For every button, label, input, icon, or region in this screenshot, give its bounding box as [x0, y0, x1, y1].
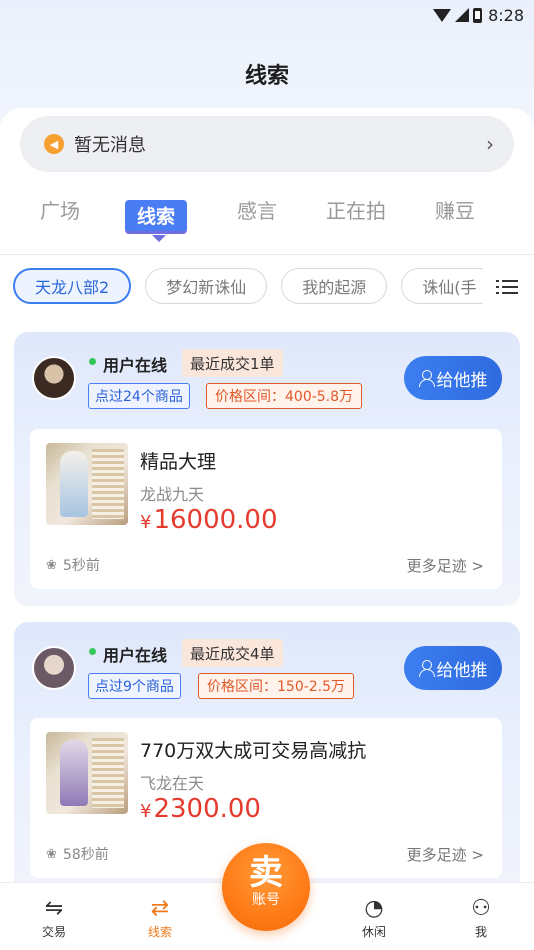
currency-symbol: ¥ — [140, 512, 152, 533]
nav-label: 休闲 — [361, 925, 386, 939]
push-to-user-button[interactable]: 给他推 — [404, 646, 502, 690]
online-status: 用户在线 — [103, 356, 168, 375]
more-footprints-link[interactable]: 更多足迹 > — [407, 555, 484, 576]
nav-label: 线索 — [147, 925, 172, 939]
chip-game[interactable]: 我的起源 — [281, 268, 388, 304]
push-label: 给他推 — [436, 370, 488, 391]
chip-game[interactable]: 梦幻新诛仙 — [145, 268, 268, 304]
user-icon — [418, 370, 435, 387]
signal-icon — [455, 8, 470, 22]
price-value: 2300.00 — [153, 794, 261, 824]
item-title: 770万双大成可交易高减抗 — [140, 740, 367, 762]
divider — [0, 254, 534, 255]
item-price: ¥16000.00 — [140, 505, 278, 535]
paw-icon: ❀ — [46, 846, 57, 862]
tab-testimonials[interactable]: 感言 — [237, 195, 277, 224]
nav-profile[interactable]: ⚇ 我 — [451, 895, 511, 940]
price-range-badge: 价格区间：150-2.5万 — [198, 673, 355, 699]
online-dot — [89, 358, 96, 365]
push-to-user-button[interactable]: 给他推 — [404, 356, 502, 400]
sell-main-label: 卖 — [249, 853, 283, 893]
notice-text: 暂无消息 — [74, 135, 146, 156]
sell-account-button[interactable]: 卖 账号 — [222, 843, 310, 931]
price-range-badge: 价格区间：400-5.8万 — [206, 383, 363, 409]
online-status: 用户在线 — [103, 646, 168, 665]
status-bar: 8:28 — [0, 0, 534, 30]
status-time: 8:28 — [488, 5, 524, 25]
avatar[interactable] — [32, 646, 76, 690]
nav-label: 我 — [474, 925, 487, 939]
clue-icon: ⇄ — [150, 896, 170, 921]
trade-icon: ⇋ — [44, 896, 64, 921]
tab-square[interactable]: 广场 — [40, 195, 80, 224]
price-value: 16000.00 — [153, 505, 278, 535]
wifi-icon — [433, 8, 452, 22]
item-thumbnail — [46, 443, 128, 525]
profile-icon: ⚇ — [471, 896, 491, 921]
clicked-items-badge: 点过9个商品 — [88, 673, 181, 699]
tab-active-indicator — [152, 235, 166, 242]
chip-game[interactable]: 天龙八部2 — [13, 268, 132, 304]
chip-game[interactable]: 诛仙(手 — [401, 268, 483, 304]
tab-earn-beans[interactable]: 赚豆 — [435, 195, 475, 224]
item-server: 飞龙在天 — [140, 774, 205, 793]
game-filter-chips: 天龙八部2 梦幻新诛仙 我的起源 诛仙(手 — [13, 268, 483, 306]
status-icons — [433, 7, 483, 23]
avatar[interactable] — [32, 356, 76, 400]
item-title: 精品大理 — [140, 451, 217, 473]
footprint-time: ❀ 58秒前 — [46, 844, 109, 864]
currency-symbol: ¥ — [140, 801, 152, 822]
online-dot — [89, 648, 96, 655]
time-ago: 58秒前 — [62, 847, 109, 863]
item-card[interactable]: 精品大理 龙战九天 ¥16000.00 ❀ 5秒前 更多足迹 > — [30, 429, 502, 589]
paw-icon: ❀ — [46, 557, 57, 573]
nav-leisure[interactable]: ◔ 休闲 — [344, 895, 404, 940]
sell-sub-label: 账号 — [252, 892, 280, 908]
item-thumbnail — [46, 732, 128, 814]
footprint-time: ❀ 5秒前 — [46, 555, 100, 575]
notice-bar[interactable]: ◀ 暂无消息 › — [20, 116, 514, 172]
battery-icon — [473, 7, 483, 23]
speaker-icon: ◀ — [44, 134, 64, 154]
recent-deals-badge: 最近成交1单 — [182, 349, 283, 377]
tab-clues[interactable]: 线索 — [125, 200, 188, 231]
nav-clues[interactable]: ⇄ 线索 — [130, 895, 190, 940]
tab-bar: 广场 线索 感言 正在拍 赚豆 — [0, 195, 534, 245]
user-icon — [418, 660, 435, 677]
leisure-icon: ◔ — [364, 896, 384, 921]
push-label: 给他推 — [436, 660, 488, 681]
tab-auction[interactable]: 正在拍 — [326, 195, 386, 224]
clicked-items-badge: 点过24个商品 — [88, 383, 190, 409]
clue-card: 用户在线 最近成交1单 点过24个商品 价格区间：400-5.8万 给他推 精品… — [14, 332, 520, 606]
item-server: 龙战九天 — [140, 485, 205, 504]
list-menu-icon[interactable] — [496, 276, 518, 296]
more-footprints-link[interactable]: 更多足迹 > — [407, 844, 484, 865]
nav-trade[interactable]: ⇋ 交易 — [24, 895, 84, 940]
nav-label: 交易 — [41, 925, 66, 939]
chevron-right-icon: › — [486, 132, 494, 156]
page-title: 线索 — [244, 64, 289, 89]
item-price: ¥2300.00 — [140, 794, 261, 824]
time-ago: 5秒前 — [62, 558, 100, 574]
recent-deals-badge: 最近成交4单 — [182, 639, 283, 667]
